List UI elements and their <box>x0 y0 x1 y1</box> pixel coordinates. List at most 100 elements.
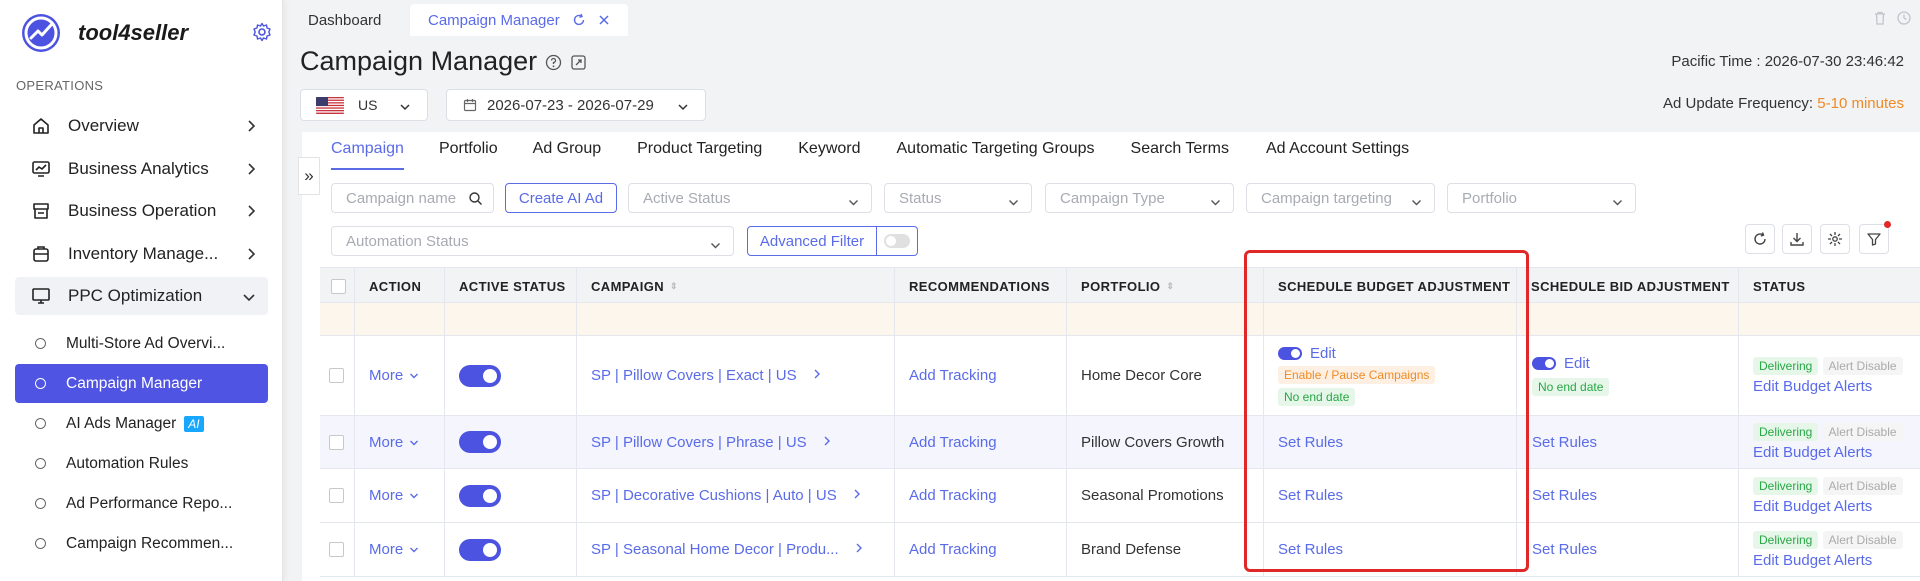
country-select[interactable]: US <box>300 89 428 121</box>
search-icon[interactable] <box>468 191 483 210</box>
budget-schedule-toggle[interactable] <box>1278 347 1302 360</box>
help-icon[interactable] <box>545 54 562 75</box>
campaign-link[interactable]: SP | Pillow Covers | Phrase | US <box>591 434 807 451</box>
sort-icon[interactable]: ⇕ <box>1166 281 1174 292</box>
subtab-product-targeting[interactable]: Product Targeting <box>637 140 762 170</box>
row-checkbox[interactable] <box>329 434 344 450</box>
refresh-icon[interactable] <box>572 13 586 27</box>
active-status-toggle[interactable] <box>459 431 501 453</box>
campaign-link[interactable]: SP | Pillow Covers | Exact | US <box>591 367 797 384</box>
sidebar-subitem-campaign-manager[interactable]: Campaign Manager <box>15 364 268 403</box>
edit-budget-alerts-link[interactable]: Edit Budget Alerts <box>1753 378 1872 395</box>
external-link-icon[interactable] <box>570 54 587 75</box>
portfolio-select[interactable]: Portfolio <box>1447 183 1636 213</box>
campaign-link[interactable]: SP | Decorative Cushions | Auto | US <box>591 487 837 504</box>
chevron-down-icon <box>409 434 419 451</box>
active-status-select[interactable]: Active Status <box>628 183 872 213</box>
add-tracking-link[interactable]: Add Tracking <box>909 541 997 558</box>
sidebar-subitem-ad-performance[interactable]: Ad Performance Repo... <box>15 484 268 523</box>
budget-set-rules-link[interactable]: Set Rules <box>1278 487 1343 504</box>
automation-status-select[interactable]: Automation Status <box>331 226 734 256</box>
sidebar-item-business-operation[interactable]: Business Operation <box>15 192 268 230</box>
sidebar-subitem-multi-store[interactable]: Multi-Store Ad Overvi... <box>15 324 268 363</box>
expand-sidebar-icon[interactable]: » <box>298 157 320 195</box>
more-dropdown[interactable]: More <box>369 367 403 384</box>
chevron-right-icon[interactable] <box>823 434 831 451</box>
advanced-filter-toggle[interactable] <box>876 226 918 256</box>
download-button[interactable] <box>1782 224 1812 254</box>
refresh-button[interactable] <box>1745 224 1775 254</box>
chevron-down-icon <box>1612 194 1623 211</box>
campaign-type-select[interactable]: Campaign Type <box>1045 183 1234 213</box>
budget-set-rules-link[interactable]: Set Rules <box>1278 434 1343 451</box>
sidebar-item-overview[interactable]: Overview <box>15 107 268 145</box>
trash-icon[interactable] <box>1872 10 1888 30</box>
sidebar-subitem-ai-ads-manager[interactable]: AI Ads Manager AI <box>15 404 268 443</box>
campaign-name-search-input[interactable]: Campaign name <box>331 183 494 213</box>
col-label: PORTFOLIO <box>1081 278 1161 294</box>
chevron-down-icon <box>242 289 256 306</box>
close-icon[interactable] <box>598 14 610 26</box>
tab-dashboard[interactable]: Dashboard <box>290 4 399 36</box>
campaign-targeting-select[interactable]: Campaign targeting <box>1246 183 1435 213</box>
bid-set-rules-link[interactable]: Set Rules <box>1532 487 1597 504</box>
col-campaign[interactable]: CAMPAIGN ⇕ <box>577 268 895 304</box>
more-dropdown[interactable]: More <box>369 541 403 558</box>
subtab-ad-account-settings[interactable]: Ad Account Settings <box>1266 140 1409 170</box>
filter-button[interactable] <box>1859 221 1891 254</box>
row-checkbox[interactable] <box>329 488 344 503</box>
date-range-picker[interactable]: 2026-07-23 - 2026-07-29 <box>446 89 706 121</box>
sidebar-subitem-campaign-recommendations[interactable]: Campaign Recommen... <box>15 524 268 563</box>
budget-set-rules-link[interactable]: Set Rules <box>1278 541 1343 558</box>
sidebar-item-label: PPC Optimization <box>68 286 203 305</box>
create-ai-ad-button[interactable]: Create AI Ad <box>505 183 617 213</box>
advanced-filter-button[interactable]: Advanced Filter <box>747 226 877 256</box>
sort-icon[interactable]: ⇕ <box>670 281 678 292</box>
row-checkbox[interactable] <box>329 368 344 383</box>
row-checkbox[interactable] <box>329 542 344 557</box>
subtab-portfolio[interactable]: Portfolio <box>439 140 498 170</box>
active-status-toggle[interactable] <box>459 364 501 387</box>
chevron-right-icon[interactable] <box>813 367 821 384</box>
select-all-checkbox[interactable] <box>331 278 346 294</box>
chevron-right-icon[interactable] <box>855 541 863 558</box>
clock-icon[interactable] <box>1896 10 1912 30</box>
campaign-link[interactable]: SP | Seasonal Home Decor | Produ... <box>591 541 839 558</box>
tab-campaign-manager[interactable]: Campaign Manager <box>410 4 628 36</box>
add-tracking-link[interactable]: Add Tracking <box>909 367 997 384</box>
bid-set-rules-link[interactable]: Set Rules <box>1532 434 1597 451</box>
bid-set-rules-link[interactable]: Set Rules <box>1532 541 1597 558</box>
status-select[interactable]: Status <box>884 183 1032 213</box>
subtab-keyword[interactable]: Keyword <box>798 140 860 170</box>
sidebar-item-ppc-optimization[interactable]: PPC Optimization <box>15 277 268 315</box>
brand-name: tool4seller <box>78 20 189 45</box>
subtab-campaign[interactable]: Campaign <box>331 140 404 170</box>
bid-schedule-toggle[interactable] <box>1532 357 1556 370</box>
col-portfolio[interactable]: PORTFOLIO ⇕ <box>1067 268 1264 304</box>
edit-budget-alerts-link[interactable]: Edit Budget Alerts <box>1753 552 1872 569</box>
active-status-toggle[interactable] <box>459 484 501 507</box>
sidebar-subitem-label: Campaign Manager <box>66 374 203 392</box>
sidebar-item-inventory[interactable]: Inventory Manage... <box>15 235 268 273</box>
add-tracking-link[interactable]: Add Tracking <box>909 487 997 504</box>
more-dropdown[interactable]: More <box>369 487 403 504</box>
column-settings-button[interactable] <box>1820 224 1850 254</box>
store-icon <box>31 201 51 221</box>
subtab-search-terms[interactable]: Search Terms <box>1131 140 1229 170</box>
alert-badge: Alert Disable <box>1822 423 1903 441</box>
active-status-toggle[interactable] <box>459 538 501 561</box>
add-tracking-link[interactable]: Add Tracking <box>909 434 997 451</box>
chevron-right-icon[interactable] <box>853 487 861 504</box>
budget-edit-link[interactable]: Edit <box>1310 345 1336 362</box>
bid-edit-link[interactable]: Edit <box>1564 355 1590 372</box>
sidebar-subitem-automation-rules[interactable]: Automation Rules <box>15 444 268 483</box>
settings-gear-icon[interactable] <box>252 22 272 46</box>
more-dropdown[interactable]: More <box>369 434 403 451</box>
edit-budget-alerts-link[interactable]: Edit Budget Alerts <box>1753 498 1872 515</box>
subtab-ad-group[interactable]: Ad Group <box>533 140 601 170</box>
ppc-submenu: Multi-Store Ad Overvi... Campaign Manage… <box>15 324 268 564</box>
sidebar-item-business-analytics[interactable]: Business Analytics <box>15 150 268 188</box>
chevron-down-icon <box>1210 194 1221 211</box>
subtab-automatic-targeting-groups[interactable]: Automatic Targeting Groups <box>897 140 1095 170</box>
edit-budget-alerts-link[interactable]: Edit Budget Alerts <box>1753 444 1872 461</box>
